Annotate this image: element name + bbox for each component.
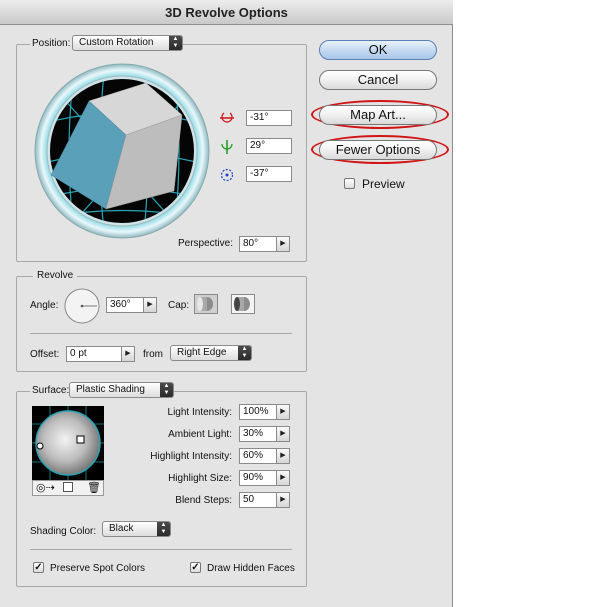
rotate-x-field[interactable]: -31° (246, 110, 292, 126)
from-select-value: Right Edge (177, 347, 227, 358)
surface-separator (30, 549, 292, 550)
light-intensity-field[interactable]: 100% (239, 404, 277, 420)
delete-light-icon[interactable]: 🗑 (87, 481, 101, 494)
map-art-button[interactable]: Map Art... (319, 105, 437, 125)
offset-slider-button[interactable]: ▶ (122, 346, 135, 362)
highlight-size-slider-button[interactable]: ▶ (277, 470, 290, 486)
perspective-field[interactable]: 80° (239, 236, 277, 252)
angle-label: Angle: (30, 300, 59, 311)
ambient-light-label: Ambient Light: (168, 429, 232, 440)
highlight-intensity-label: Highlight Intensity: (150, 451, 232, 462)
revolve-separator (30, 333, 292, 334)
rotation-trackball[interactable] (34, 63, 210, 239)
preserve-spot-colors-checkbox[interactable]: ✓ (33, 562, 44, 573)
preview-checkbox[interactable] (344, 178, 355, 189)
surface-select-value: Plastic Shading (76, 384, 145, 395)
ambient-light-field[interactable]: 30% (239, 426, 277, 442)
fewer-options-button[interactable]: Fewer Options (319, 140, 437, 160)
position-label: Position: (30, 38, 73, 49)
position-preset-value: Custom Rotation (79, 37, 154, 48)
cap-off-icon (234, 297, 250, 311)
position-preset-select[interactable]: Custom Rotation ▲ ▼ (72, 35, 183, 51)
light-intensity-slider-button[interactable]: ▶ (277, 404, 290, 420)
cap-off-button[interactable] (231, 294, 255, 314)
ambient-light-slider-button[interactable]: ▶ (277, 426, 290, 442)
angle-field[interactable]: 360° (106, 297, 144, 313)
dialog-title: 3D Revolve Options (0, 0, 453, 25)
rotate-y-field[interactable]: 29° (246, 138, 292, 154)
rotate-x-icon (220, 112, 234, 123)
perspective-slider-button[interactable]: ▶ (277, 236, 290, 252)
rotate-z-field[interactable]: -37° (246, 166, 292, 182)
lighting-sphere-preview[interactable] (32, 406, 104, 480)
blend-steps-label: Blend Steps: (175, 495, 232, 506)
preserve-spot-colors-label: Preserve Spot Colors (50, 563, 146, 574)
draw-hidden-faces-label: Draw Hidden Faces (207, 563, 295, 574)
draw-hidden-faces-checkbox[interactable]: ✓ (190, 562, 201, 573)
cap-on-icon (197, 297, 213, 311)
surface-label: Surface: (30, 385, 72, 396)
new-light-icon[interactable] (63, 482, 73, 492)
select-arrows-icon: ▲ ▼ (238, 346, 251, 360)
blend-steps-field[interactable]: 50 (239, 492, 277, 508)
shading-color-label: Shading Color: (30, 526, 97, 537)
shading-color-value: Black (109, 523, 134, 534)
surface-select[interactable]: Plastic Shading ▲ ▼ (69, 382, 174, 398)
select-arrows-icon: ▲ ▼ (169, 36, 182, 50)
cap-label: Cap: (168, 300, 190, 311)
offset-field[interactable]: 0 pt (66, 346, 122, 362)
ok-button[interactable]: OK (319, 40, 437, 60)
blend-steps-slider-button[interactable]: ▶ (277, 492, 290, 508)
revolve-legend: Revolve (33, 270, 78, 281)
highlight-intensity-field[interactable]: 60% (239, 448, 277, 464)
from-select[interactable]: Right Edge ▲ ▼ (170, 345, 252, 361)
highlight-size-label: Highlight Size: (168, 473, 232, 484)
light-source-handle (76, 435, 85, 444)
highlight-intensity-slider-button[interactable]: ▶ (277, 448, 290, 464)
cancel-button[interactable]: Cancel (319, 70, 437, 90)
rotate-z-icon (220, 168, 234, 182)
select-arrows-icon: ▲ ▼ (160, 383, 173, 397)
preview-label: Preview (362, 177, 405, 191)
from-label: from (143, 349, 163, 360)
light-intensity-label: Light Intensity: (167, 407, 232, 418)
highlight-size-field[interactable]: 90% (239, 470, 277, 486)
perspective-label: Perspective: (177, 238, 233, 249)
light-toolbar: ◎⇢ 🗑 (32, 480, 104, 496)
move-light-back-icon[interactable]: ◎⇢ (36, 481, 55, 494)
light-source-dot (36, 442, 44, 450)
offset-label: Offset: (30, 349, 60, 360)
angle-slider-button[interactable]: ▶ (144, 297, 157, 313)
rotate-y-icon (221, 140, 233, 154)
cap-on-button[interactable] (194, 294, 218, 314)
angle-dial[interactable] (64, 288, 100, 324)
select-arrows-icon: ▲ ▼ (157, 522, 170, 536)
shading-color-select[interactable]: Black ▲ ▼ (102, 521, 171, 537)
revolve-dialog: 3D Revolve Options Position: Custom Rota… (0, 0, 453, 607)
